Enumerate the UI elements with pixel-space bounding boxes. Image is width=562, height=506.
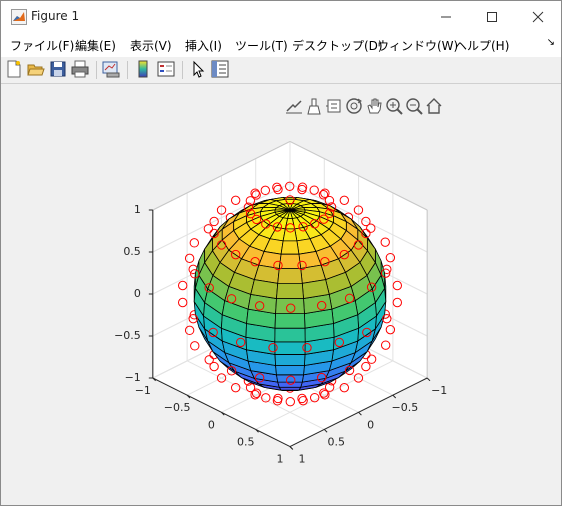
y-tick (426, 377, 431, 382)
sphere-face (275, 365, 305, 376)
sphere-face (274, 327, 306, 343)
menu-insert[interactable]: 挿入(I) (185, 37, 222, 54)
edit-plot-icon[interactable] (189, 60, 207, 78)
toolbar-separator (127, 61, 128, 79)
close-button[interactable] (515, 1, 561, 33)
sphere-face (274, 341, 306, 355)
y-tick (323, 429, 328, 433)
sphere-face (280, 240, 300, 255)
z-tick-label: −0.5 (114, 329, 141, 342)
z-tick-label: −1 (125, 371, 141, 384)
window-title: Figure 1 (31, 9, 80, 23)
sphere-face (275, 298, 305, 314)
toolbar-separator (182, 61, 183, 79)
insert-legend-icon[interactable] (157, 60, 175, 78)
menu-edit[interactable]: 編集(E) (75, 37, 116, 54)
matlab-logo-icon (11, 9, 27, 25)
menu-expand-icon[interactable]: ↘ (547, 37, 555, 48)
menu-window[interactable]: ウィンドウ(W) (377, 37, 458, 54)
link-plot-icon[interactable] (102, 60, 120, 78)
y-tick (358, 411, 362, 416)
y-tick-label: −0.5 (392, 401, 419, 414)
sphere-face (278, 386, 302, 391)
minimize-button[interactable] (423, 1, 469, 33)
y-tick (392, 394, 397, 399)
toolbar-separator (96, 61, 97, 79)
sphere-face (277, 268, 303, 284)
menu-help[interactable]: ヘルプ(H) (455, 37, 509, 54)
property-inspector-icon[interactable] (211, 60, 229, 78)
sphere-surface (193, 196, 387, 391)
menu-tools[interactable]: ツール(T) (235, 37, 288, 54)
menu-file[interactable]: ファイル(F) (10, 37, 74, 54)
menu-view[interactable]: 表示(V) (130, 37, 172, 54)
minimize-icon (441, 16, 451, 18)
save-icon[interactable] (49, 60, 67, 78)
sphere-face (276, 282, 304, 299)
z-tick-label: 1 (134, 203, 141, 216)
figure-canvas[interactable]: −1 −1 −1 −0.5 −0.5 −0.5 0 0 0 0.5 0.5 0.5 1 1 1 (1, 84, 561, 505)
z-tick-label: 0 (134, 287, 141, 300)
close-icon (532, 11, 544, 23)
x-tick-label: 0 (208, 418, 215, 431)
new-figure-icon[interactable] (5, 60, 23, 78)
menu-desktop[interactable]: デスクトップ(D) (292, 37, 383, 54)
y-tick (289, 446, 294, 450)
z-tick-label: 0.5 (123, 245, 141, 258)
figure-toolbar (1, 57, 561, 84)
y-tick-label: 1 (299, 453, 306, 466)
menu-bar: ファイル(F) 編集(E) 表示(V) 挿入(I) ツール(T) デスクトップ(… (1, 33, 561, 57)
title-bar: Figure 1 (1, 1, 561, 33)
axes-3d[interactable]: −1 −1−1−0.5 −0.5−0.50 000.5 0.50.51 11 (1, 84, 561, 505)
y-tick-label: −1 (431, 384, 447, 397)
insert-colorbar-icon[interactable] (134, 60, 152, 78)
print-icon[interactable] (71, 60, 89, 78)
maximize-icon (487, 12, 497, 22)
x-tick-label: −1 (135, 384, 151, 397)
x-tick-label: 1 (277, 453, 284, 466)
y-tick-label: 0.5 (328, 435, 346, 448)
sphere-face (274, 313, 306, 329)
open-file-icon[interactable] (27, 60, 45, 78)
maximize-button[interactable] (469, 1, 515, 33)
figure-window: Figure 1 ファイル(F) 編集(E) 表示(V) 挿入(I) ツール(T… (0, 0, 562, 506)
sphere-face (274, 354, 306, 366)
y-tick-label: 0 (367, 418, 374, 431)
x-tick-label: 0.5 (237, 435, 255, 448)
sphere-face (282, 228, 298, 242)
x-tick-label: −0.5 (164, 401, 191, 414)
